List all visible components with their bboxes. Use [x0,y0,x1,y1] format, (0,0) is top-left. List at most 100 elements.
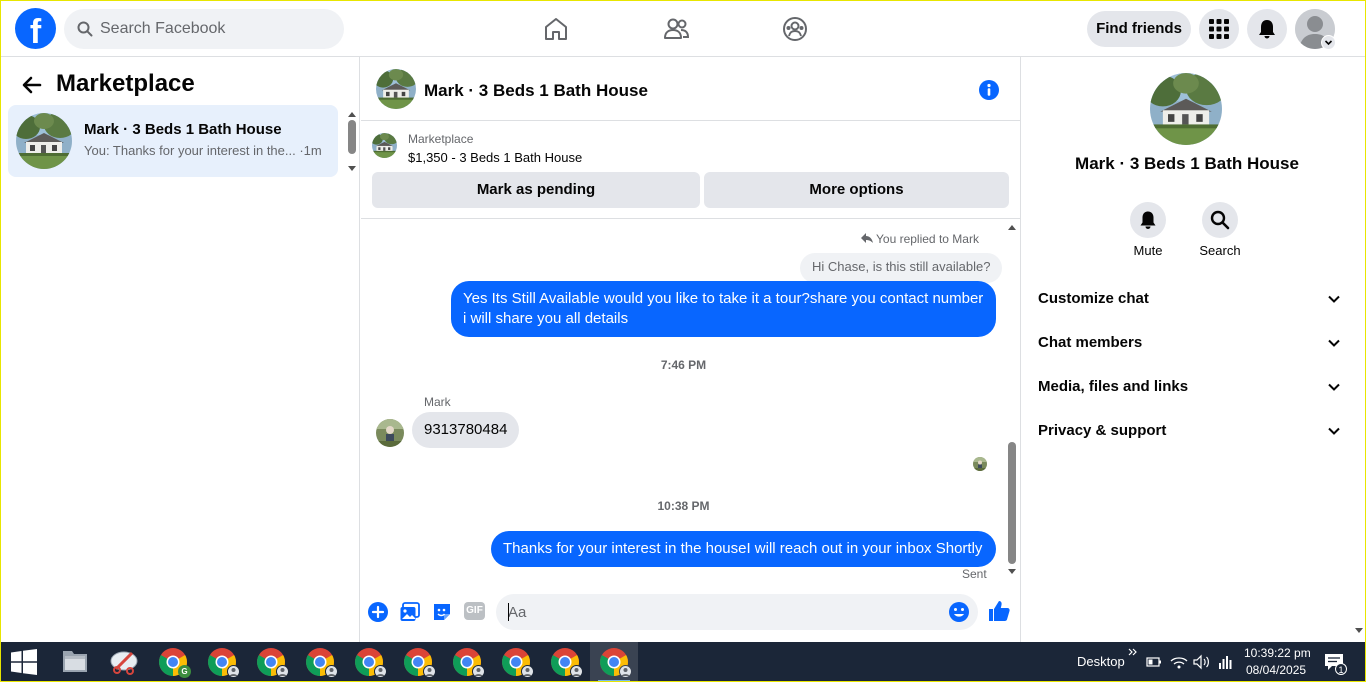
taskbar-file-explorer[interactable] [51,642,99,682]
listing-source: Marketplace [408,132,474,146]
message-timestamp: 7:46 PM [660,358,707,372]
message-thread: You replied to Mark Hi Chase, is this st… [361,219,1021,584]
conversation-preview: You: Thanks for your interest in the... … [84,143,322,158]
taskbar-chrome-window-9[interactable] [541,642,589,682]
listing-thumbnail [16,113,72,169]
incoming-message[interactable]: 9313780484 [412,412,520,448]
conversation-item[interactable]: Mark · 3 Beds 1 Bath House You: Thanks f… [8,105,338,177]
account-menu-caret[interactable] [1321,35,1336,50]
taskbar-chrome-window-active[interactable] [590,642,638,682]
mute-button[interactable] [1130,202,1166,238]
toolbar-expand-icon[interactable] [1128,647,1138,657]
outgoing-message[interactable]: Yes Its Still Available would you like t… [451,281,996,337]
listing-thumbnail-small[interactable] [372,133,397,158]
message-thread-scrollbar[interactable] [1005,222,1019,577]
outgoing-message[interactable]: Thanks for your interest in the houseI w… [491,531,996,567]
taskbar-chrome-window-3[interactable] [247,642,295,682]
conversation-list-scrollbar[interactable] [345,109,359,175]
friends-icon[interactable] [662,15,690,43]
chrome-profile-avatar-icon [276,665,289,678]
battery-icon[interactable] [1146,654,1162,670]
desktop-toolbar-label[interactable]: Desktop [1077,654,1125,669]
chevron-down-icon [1328,427,1340,435]
privacy-support-section[interactable]: Privacy & support [1030,411,1342,451]
message-input[interactable] [508,594,928,630]
listing-banner: Marketplace $1,350 - 3 Beds 1 Bath House… [361,121,1021,219]
mark-as-pending-button[interactable]: Mark as pending [372,172,700,208]
notifications-button[interactable] [1247,9,1287,49]
chrome-profile-avatar-icon [325,665,338,678]
customize-chat-section[interactable]: Customize chat [1030,279,1342,319]
chrome-profile-avatar-icon [374,665,387,678]
home-icon[interactable] [542,15,570,43]
info-icon[interactable] [978,79,1000,101]
more-options-button[interactable]: More options [704,172,1009,208]
gif-button[interactable]: GIF [464,602,485,620]
text-caret [508,603,509,621]
sent-status: Sent [962,567,987,581]
conversation-list-panel: Marketplace Mark · 3 Beds 1 Bath House Y… [0,57,360,642]
taskbar-chrome-window-4[interactable] [296,642,344,682]
search-in-chat-button[interactable] [1202,202,1238,238]
chat-avatar[interactable] [376,69,416,109]
media-files-links-section[interactable]: Media, files and links [1030,367,1342,407]
listing-description[interactable]: $1,350 - 3 Beds 1 Bath House [408,150,582,165]
notification-count-badge: 1 [1335,663,1347,675]
emoji-icon[interactable] [948,601,970,623]
clock-time[interactable]: 10:39:22 pm [1244,646,1311,660]
bell-icon [1140,211,1156,229]
section-label: Customize chat [1038,290,1149,307]
thumbs-up-icon[interactable] [987,599,1011,623]
chrome-profile-avatar-icon [570,665,583,678]
chrome-profile-avatar-icon [619,665,632,678]
top-navigation-bar: f Find friends [0,0,1366,57]
chat-members-section[interactable]: Chat members [1030,323,1342,363]
chrome-profile-avatar-icon [521,665,534,678]
panel-title: Marketplace [56,70,195,97]
sender-avatar[interactable] [376,419,404,447]
bell-icon [1259,20,1275,39]
chevron-down-icon [1324,40,1333,46]
volume-icon[interactable] [1193,654,1211,670]
chevron-down-icon [1328,295,1340,303]
taskbar-chrome-window-7[interactable] [443,642,491,682]
taskbar-snipping-tool[interactable] [100,642,148,682]
chat-title[interactable]: Mark · 3 Beds 1 Bath House [424,81,648,101]
message-timestamp: 10:38 PM [657,499,710,513]
find-friends-button[interactable]: Find friends [1087,11,1191,47]
snipping-tool-icon [110,651,138,675]
chat-panel: Mark · 3 Beds 1 Bath House Marketplace $… [361,57,1021,642]
taskbar-chrome-window-6[interactable] [394,642,442,682]
reply-icon [861,233,873,243]
details-avatar[interactable] [1150,73,1222,145]
section-label: Chat members [1038,334,1143,351]
message-input-box[interactable] [496,594,978,630]
taskbar-chrome-window-2[interactable] [198,642,246,682]
taskbar-chrome-window-1[interactable]: G [149,642,197,682]
groups-icon[interactable] [781,15,809,43]
chrome-profile-badge: G [178,665,191,678]
read-receipt-avatar [973,457,987,471]
quoted-message[interactable]: Hi Chase, is this still available? [800,253,1003,283]
photo-icon[interactable] [400,602,420,622]
wifi-icon[interactable] [1170,654,1188,670]
audio-meter-icon[interactable] [1218,654,1234,670]
back-arrow-icon[interactable] [22,75,42,95]
conversation-name: Mark · 3 Beds 1 Bath House [84,121,282,138]
taskbar-chrome-window-5[interactable] [345,642,393,682]
clock-date[interactable]: 08/04/2025 [1246,663,1306,677]
plus-circle-icon[interactable] [368,602,388,622]
facebook-logo[interactable]: f [15,8,56,49]
search-box[interactable] [64,9,344,49]
sticker-icon[interactable] [432,602,452,622]
windows-start-icon[interactable] [11,649,37,675]
grid-menu-icon [1209,19,1229,39]
menu-button[interactable] [1199,9,1239,49]
search-icon [1210,210,1230,230]
search-input[interactable] [100,9,330,49]
section-label: Privacy & support [1038,422,1167,439]
details-title: Mark · 3 Beds 1 Bath House [1075,154,1299,173]
chevron-down-icon [1328,339,1340,347]
taskbar-chrome-window-8[interactable] [492,642,540,682]
page-scrollbar[interactable] [1352,57,1366,642]
